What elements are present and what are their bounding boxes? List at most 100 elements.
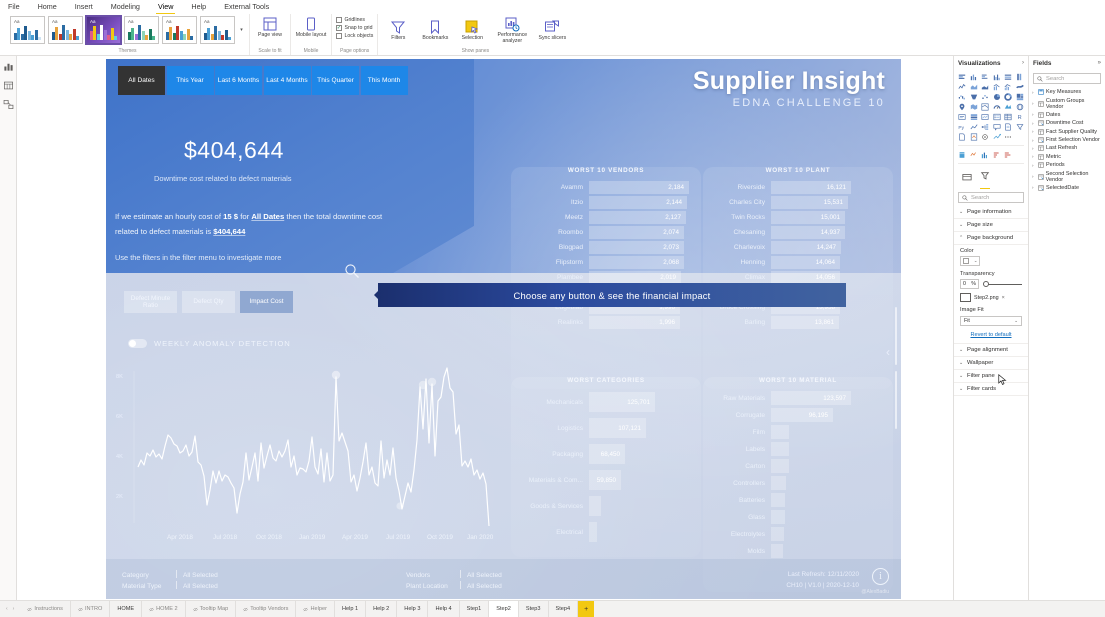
table-row[interactable]: Glass xyxy=(703,509,893,525)
metric-button-defect-qty[interactable]: Defect Qty xyxy=(182,291,235,313)
collapse-visualizations-chevron-icon[interactable]: › xyxy=(1022,60,1024,66)
ribbon-tab-file[interactable]: File xyxy=(6,2,22,11)
section-wallpaper[interactable]: ⌄ Wallpaper xyxy=(954,357,1028,370)
date-button-last-4-months[interactable]: Last 4 Months xyxy=(263,66,311,95)
table-row[interactable]: Electrolytes xyxy=(703,526,893,542)
add-page-button[interactable]: + xyxy=(578,601,595,617)
key-influencers-icon[interactable] xyxy=(969,122,980,131)
import-visual-icon[interactable] xyxy=(969,132,980,141)
sort-descending-icon[interactable] xyxy=(992,150,1003,159)
metric-button-impact-cost[interactable]: Impact Cost xyxy=(240,291,293,313)
theme-card-1[interactable]: Aa xyxy=(10,16,45,44)
table-row[interactable]: Realinks 1,996 xyxy=(511,315,701,329)
mobile-layout-button[interactable]: Mobile layout xyxy=(295,16,327,39)
theme-card-4[interactable]: Aa xyxy=(124,16,159,44)
revert-to-default-link[interactable]: Revert to default xyxy=(960,332,1022,338)
date-button-all-dates[interactable]: All Dates xyxy=(118,66,165,95)
field-item-selecteddate[interactable]: › SelectedDate xyxy=(1029,184,1105,192)
collapse-fields-chevron-icon[interactable]: » xyxy=(1098,60,1101,66)
page-tab-helper[interactable]: Helper xyxy=(296,601,335,617)
format-search-input[interactable]: Search xyxy=(958,192,1024,203)
table-row[interactable]: Logistics 107,121 xyxy=(511,416,701,440)
impact-cost-line-chart[interactable]: 8K 6K 4K 2K Apr 2018 Jul 2018 Oct 2018 J… xyxy=(112,363,507,553)
table-row[interactable]: Packaging 68,450 xyxy=(511,442,701,466)
multi-row-card-icon[interactable] xyxy=(969,112,980,121)
page-tab-help-3[interactable]: Help 3 xyxy=(397,601,429,617)
table-row[interactable]: Labels xyxy=(703,441,893,457)
page-tab-home[interactable]: HOME xyxy=(110,601,143,617)
remove-image-icon[interactable]: × xyxy=(1002,295,1005,301)
waterfall-chart-icon[interactable] xyxy=(957,92,968,101)
tab-format-page[interactable] xyxy=(980,168,990,189)
fields-search-input[interactable]: Search xyxy=(1033,73,1101,84)
table-row[interactable]: Avamm 2,184 xyxy=(511,180,701,194)
table-row[interactable]: Batteries xyxy=(703,492,893,508)
gauge-icon[interactable] xyxy=(992,102,1003,111)
100-stacked-bar-chart-icon[interactable] xyxy=(1003,72,1014,81)
snap-to-grid-checkbox[interactable]: ✓ Snap to grid xyxy=(336,25,373,31)
weekly-anomaly-detection-toggle[interactable] xyxy=(128,339,147,348)
field-item-downtime-cost[interactable]: › Downtime Cost xyxy=(1029,119,1105,127)
field-item-metric[interactable]: › Metric xyxy=(1029,153,1105,161)
esri-map-icon[interactable] xyxy=(1015,102,1026,111)
field-item-fact-supplier-quality[interactable]: › Fact Supplier Quality xyxy=(1029,128,1105,136)
table-row[interactable]: Itzio 2,144 xyxy=(511,195,701,209)
analytics-well-icon[interactable] xyxy=(980,150,991,159)
field-item-custom-groups-vendor[interactable]: › Custom Groups Vendor xyxy=(1029,96,1105,110)
more-options-icon[interactable] xyxy=(1003,132,1014,141)
page-tab-step3[interactable]: Step3 xyxy=(519,601,549,617)
table-row[interactable]: Blogpad 2,073 xyxy=(511,240,701,254)
section-page-alignment[interactable]: ⌄ Page alignment xyxy=(954,343,1028,357)
r-script-visual-icon[interactable]: R xyxy=(1015,112,1026,121)
table-row[interactable]: Barling 13,861 xyxy=(703,315,893,329)
bookmarks-pane-button[interactable]: Bookmarks xyxy=(419,19,451,42)
themes-gallery-expand-icon[interactable]: ▾ xyxy=(238,16,245,44)
table-row[interactable]: Roombo 2,074 xyxy=(511,225,701,239)
date-button-this-year[interactable]: This Year xyxy=(166,66,214,95)
sync-slicers-button[interactable]: Sync slicers xyxy=(536,19,568,42)
field-item-dates[interactable]: › Dates xyxy=(1029,111,1105,119)
decomposition-tree-icon[interactable] xyxy=(980,122,991,131)
vendors-scrollbar[interactable] xyxy=(895,307,897,365)
page-tab-help-2[interactable]: Help 2 xyxy=(366,601,398,617)
performance-analyzer-button[interactable]: Performance analyzer xyxy=(493,16,531,44)
collapse-panel-chevron-icon[interactable]: ‹ xyxy=(881,337,895,367)
table-row[interactable]: Goods & Services xyxy=(511,494,701,518)
table-row[interactable]: Raw Materials 123,597 xyxy=(703,390,893,406)
table-row[interactable]: Riverside 16,121 xyxy=(703,180,893,194)
page-tab-tooltip-map[interactable]: Tooltip Map xyxy=(186,601,237,617)
ribbon-tab-view[interactable]: View xyxy=(155,2,176,15)
smart-narrative-icon[interactable] xyxy=(1015,122,1026,131)
table-row[interactable]: Twin Rocks 15,001 xyxy=(703,210,893,224)
donut-chart-icon[interactable] xyxy=(1003,92,1014,101)
field-item-second-selection-vendor[interactable]: › Second Selection Vendor xyxy=(1029,169,1105,183)
python-visual-icon[interactable]: Py xyxy=(957,122,968,131)
model-view-icon[interactable] xyxy=(3,99,14,110)
page-tab-tooltip-vendors[interactable]: Tooltip Vendors xyxy=(236,601,297,617)
page-tab-step4[interactable]: Step4 xyxy=(549,601,579,617)
section-page-information[interactable]: ⌄ Page information xyxy=(954,206,1028,219)
date-button-last-6-months[interactable]: Last 6 Months xyxy=(215,66,262,95)
page-view-button[interactable]: Page view xyxy=(254,16,286,39)
field-item-periods[interactable]: › Periods xyxy=(1029,161,1105,169)
treemap-icon[interactable] xyxy=(1015,92,1026,101)
line-chart-icon[interactable] xyxy=(957,82,968,91)
clustered-bar-chart-icon[interactable] xyxy=(980,72,991,81)
ribbon-tab-insert[interactable]: Insert xyxy=(73,2,95,11)
material-scrollbar[interactable] xyxy=(895,371,897,429)
table-row[interactable]: Plambee 2,019 xyxy=(511,270,701,284)
table-row[interactable]: Electrical xyxy=(511,520,701,544)
filled-map-icon[interactable] xyxy=(969,102,980,111)
pie-chart-icon[interactable] xyxy=(992,92,1003,101)
background-color-picker[interactable]: ⌄ xyxy=(960,256,980,266)
card-icon[interactable] xyxy=(957,112,968,121)
table-row[interactable]: Climax 14,056 xyxy=(703,270,893,284)
scatter-chart-icon[interactable] xyxy=(980,92,991,101)
theme-card-2[interactable]: Aa xyxy=(48,16,83,44)
lock-objects-checkbox[interactable]: Lock objects xyxy=(336,33,373,39)
azure-map-icon[interactable] xyxy=(1003,102,1014,111)
table-icon[interactable] xyxy=(1003,112,1014,121)
table-row[interactable]: Mechanicals 125,701 xyxy=(511,390,701,414)
transparency-slider[interactable] xyxy=(983,279,1022,289)
page-tab-step2[interactable]: Step2 xyxy=(489,601,519,617)
